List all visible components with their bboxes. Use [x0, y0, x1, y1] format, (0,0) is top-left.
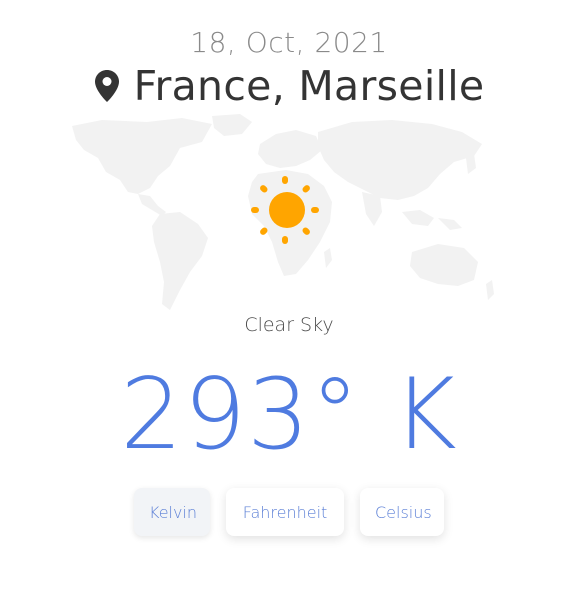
sun-icon: [251, 176, 319, 244]
location-label: France, Marseille: [133, 62, 485, 110]
unit-selector: Kelvin Fahrenheit Celsius: [0, 488, 578, 536]
location-header: France, Marseille: [0, 62, 578, 110]
location-pin-icon: [94, 70, 120, 102]
temperature-value: 293° K: [120, 358, 458, 472]
weather-app: 18, Oct, 2021 France, Marseille Clear Sk…: [0, 0, 578, 597]
fahrenheit-button[interactable]: Fahrenheit: [226, 488, 344, 536]
weather-condition: Clear Sky: [244, 314, 334, 336]
celsius-button[interactable]: Celsius: [360, 488, 444, 536]
kelvin-button[interactable]: Kelvin: [134, 488, 210, 536]
date-label: 18, Oct, 2021: [190, 26, 388, 59]
